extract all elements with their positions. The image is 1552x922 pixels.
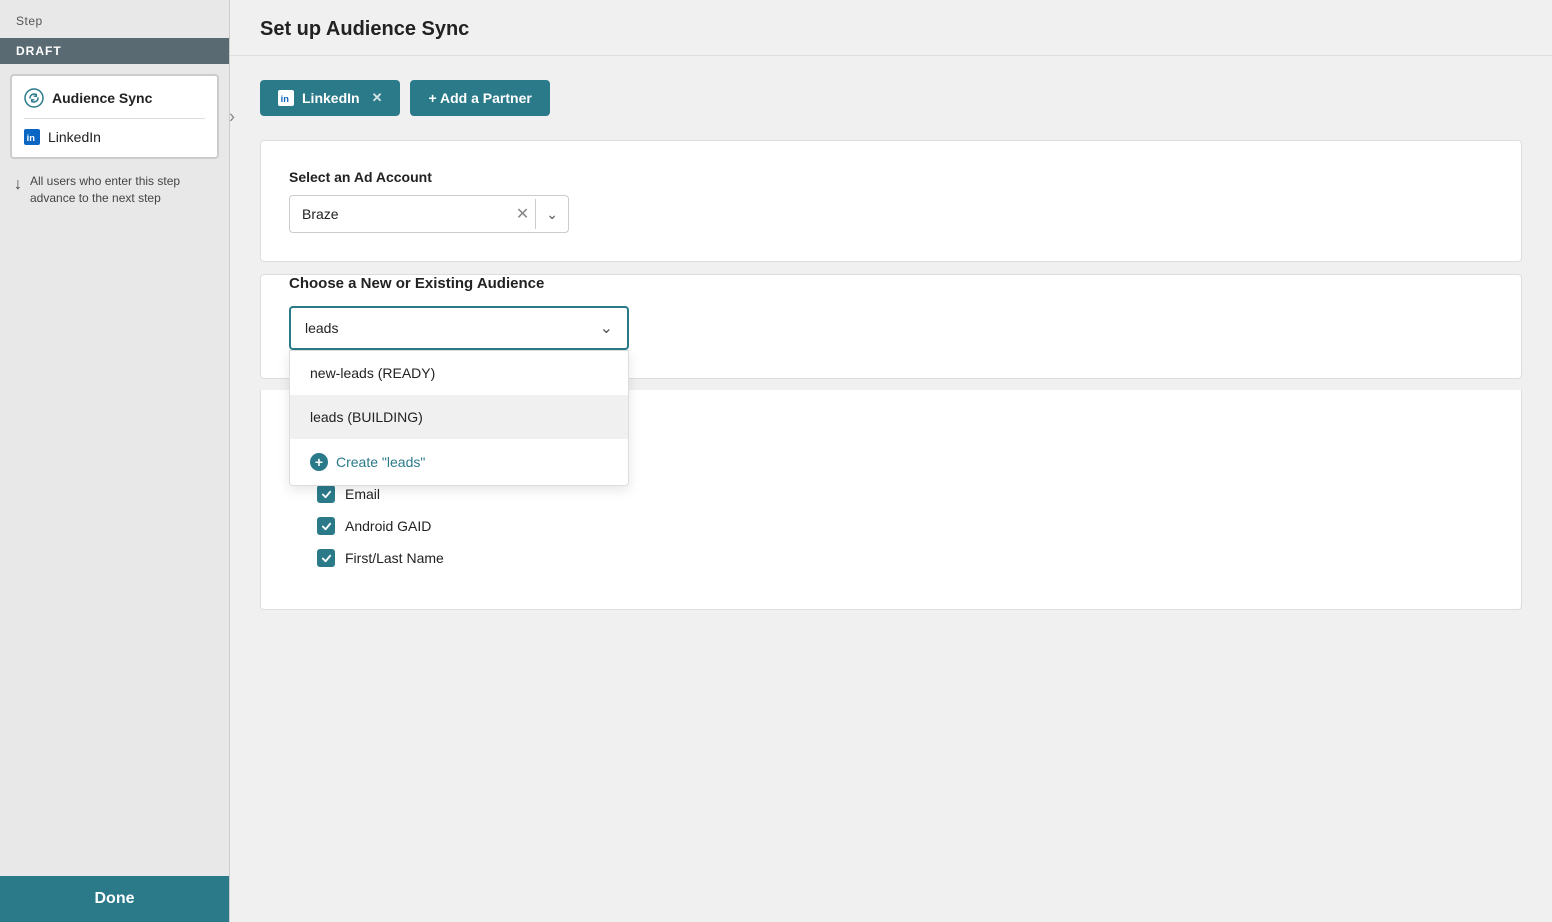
- audience-panel: Choose a New or Existing Audience leads …: [260, 274, 1522, 379]
- main-header: Set up Audience Sync: [230, 0, 1552, 56]
- create-plus-icon: +: [310, 453, 328, 471]
- ad-account-label: Select an Ad Account: [289, 169, 1493, 185]
- sidebar-arrow-icon: ›: [229, 106, 235, 127]
- dropdown-item-new-leads[interactable]: new-leads (READY): [290, 351, 628, 395]
- sidebar-card: Audience Sync in LinkedIn ›: [10, 74, 219, 159]
- down-arrow-icon: ↓: [14, 174, 22, 196]
- dropdown-item-leads-building-label: leads (BUILDING): [310, 409, 423, 425]
- sidebar-step-label: Step: [0, 0, 229, 38]
- dropdown-item-leads-building[interactable]: leads (BUILDING): [290, 395, 628, 439]
- ad-account-select[interactable]: Braze ✕ ⌄: [289, 195, 569, 233]
- audience-sync-title: Audience Sync: [52, 90, 152, 106]
- sidebar: Step DRAFT Audience Sync in LinkedIn › ↓: [0, 0, 230, 922]
- sidebar-linkedin-label: LinkedIn: [48, 129, 101, 145]
- ad-account-panel: Select an Ad Account Braze ✕ ⌄: [260, 140, 1522, 262]
- dropdown-create-label: Create "leads": [336, 454, 425, 470]
- sidebar-card-title: Audience Sync: [24, 88, 205, 108]
- ad-account-chevron-icon[interactable]: ⌄: [536, 198, 568, 231]
- audience-dropdown-container: leads ⌄ new-leads (READY) leads (BUILDIN…: [289, 306, 629, 350]
- dropdown-item-new-leads-label: new-leads (READY): [310, 365, 435, 381]
- sidebar-advance-label: All users who enter this step advance to…: [30, 173, 215, 207]
- first-last-name-checkbox[interactable]: [317, 549, 335, 567]
- sidebar-draft-bar: DRAFT: [0, 38, 229, 64]
- svg-text:in: in: [281, 94, 290, 104]
- audience-selected-value: leads: [305, 320, 338, 336]
- partner-buttons-row: in LinkedIn ✕ + Add a Partner: [260, 80, 1522, 116]
- android-gaid-check-icon: [321, 521, 332, 532]
- email-checkbox[interactable]: [317, 485, 335, 503]
- email-label: Email: [345, 486, 380, 502]
- svg-text:in: in: [27, 133, 36, 143]
- audience-chevron-icon: ⌄: [600, 318, 613, 338]
- sync-icon: [24, 88, 44, 108]
- done-button[interactable]: Done: [0, 876, 229, 922]
- linkedin-partner-button[interactable]: in LinkedIn ✕: [260, 80, 400, 116]
- first-last-name-row: First/Last Name: [317, 549, 1493, 567]
- linkedin-button-label: LinkedIn: [302, 90, 360, 106]
- first-last-name-label: First/Last Name: [345, 550, 444, 566]
- sidebar-divider: [24, 118, 205, 119]
- email-check-icon: [321, 489, 332, 500]
- android-gaid-label: Android GAID: [345, 518, 431, 534]
- ad-account-clear-icon[interactable]: ✕: [510, 196, 535, 232]
- page-title: Set up Audience Sync: [260, 18, 1522, 41]
- add-partner-button[interactable]: + Add a Partner: [410, 80, 549, 116]
- android-gaid-row: Android GAID: [317, 517, 1493, 535]
- main-body: in LinkedIn ✕ + Add a Partner Select an …: [230, 56, 1552, 634]
- dropdown-create-option[interactable]: + Create "leads": [290, 439, 628, 485]
- sidebar-linkedin-row: in LinkedIn: [24, 129, 205, 145]
- first-last-name-check-icon: [321, 553, 332, 564]
- audience-section-label: Choose a New or Existing Audience: [289, 275, 1493, 292]
- linkedin-icon: in: [24, 129, 40, 145]
- sidebar-advance-info: ↓ All users who enter this step advance …: [0, 165, 229, 221]
- main-content-area: Set up Audience Sync in LinkedIn ✕ + Add…: [230, 0, 1552, 922]
- linkedin-close-icon[interactable]: ✕: [372, 90, 383, 106]
- ad-account-value: Braze: [290, 198, 510, 230]
- linkedin-button-icon: in: [278, 90, 294, 106]
- audience-dropdown-menu: new-leads (READY) leads (BUILDING) + Cre…: [289, 350, 629, 486]
- email-row: Email: [317, 485, 1493, 503]
- audience-dropdown-trigger[interactable]: leads ⌄: [289, 306, 629, 350]
- android-gaid-checkbox[interactable]: [317, 517, 335, 535]
